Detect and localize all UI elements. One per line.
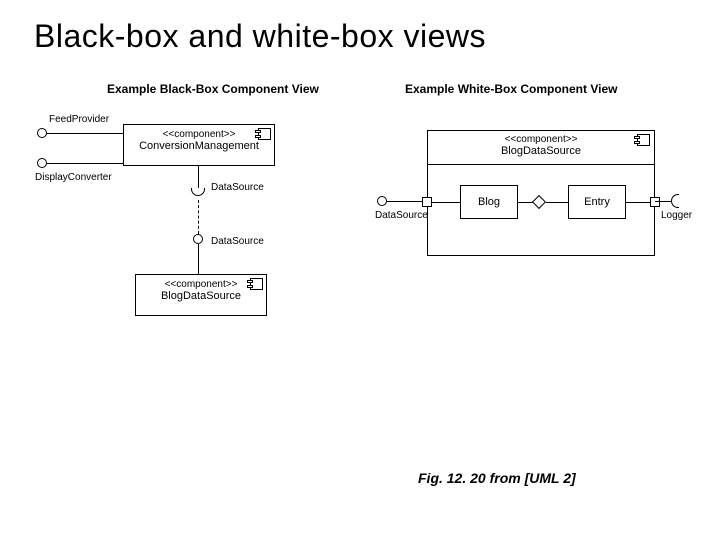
entry-box: Entry bbox=[568, 185, 626, 219]
white-box-panel: Example White-Box Component View DataSou… bbox=[375, 82, 695, 302]
displayconverter-ball-icon bbox=[37, 158, 47, 168]
datasource-label: DataSource bbox=[211, 182, 264, 193]
component-icon bbox=[255, 128, 271, 140]
component-icon bbox=[247, 278, 263, 290]
datasource-provided-ball-icon bbox=[193, 234, 203, 244]
right-port-icon bbox=[650, 197, 660, 207]
datasource-ball-icon bbox=[377, 196, 387, 206]
component-name: BlogDataSource bbox=[428, 145, 654, 157]
dependency-line bbox=[198, 200, 199, 234]
feedprovider-ball-icon bbox=[37, 128, 47, 138]
datasource-label: DataSource bbox=[375, 210, 428, 221]
connector-line bbox=[198, 166, 199, 188]
connector-line bbox=[432, 202, 460, 203]
conversion-management-component: <<component>> ConversionManagement bbox=[123, 124, 275, 166]
connector-line bbox=[655, 201, 671, 202]
component-name: BlogDataSource bbox=[142, 290, 260, 302]
blogdatasource-whitebox-component: <<component>> BlogDataSource Blog Entry bbox=[427, 130, 655, 256]
figure-caption: Fig. 12. 20 from [UML 2] bbox=[418, 470, 576, 486]
connector-line bbox=[387, 201, 427, 202]
datasource-label: DataSource bbox=[211, 236, 264, 247]
slide-title: Black-box and white-box views bbox=[34, 18, 486, 55]
black-box-panel: Example Black-Box Component View FeedPro… bbox=[35, 82, 325, 412]
connector-line bbox=[47, 133, 123, 134]
component-icon bbox=[634, 134, 650, 146]
aggregation-diamond-icon bbox=[532, 195, 546, 209]
left-port-icon bbox=[422, 197, 432, 207]
connector-line bbox=[546, 202, 568, 203]
connector-line bbox=[47, 163, 123, 164]
datasource-required-socket-icon bbox=[191, 188, 205, 196]
stereotype-label: <<component>> bbox=[142, 279, 260, 290]
connector-line bbox=[198, 244, 199, 274]
feedprovider-label: FeedProvider bbox=[49, 114, 109, 125]
logger-label: Logger bbox=[661, 210, 692, 221]
displayconverter-label: DisplayConverter bbox=[35, 172, 112, 183]
connector-line bbox=[626, 202, 650, 203]
stereotype-label: <<component>> bbox=[428, 134, 654, 145]
blog-box: Blog bbox=[460, 185, 518, 219]
entry-label: Entry bbox=[584, 196, 610, 208]
white-box-heading: Example White-Box Component View bbox=[405, 82, 617, 96]
component-name: ConversionManagement bbox=[130, 140, 268, 152]
logger-socket-icon bbox=[671, 194, 679, 208]
blogdatasource-component: <<component>> BlogDataSource bbox=[135, 274, 267, 316]
stereotype-label: <<component>> bbox=[130, 129, 268, 140]
blog-label: Blog bbox=[478, 196, 500, 208]
black-box-heading: Example Black-Box Component View bbox=[107, 82, 319, 96]
